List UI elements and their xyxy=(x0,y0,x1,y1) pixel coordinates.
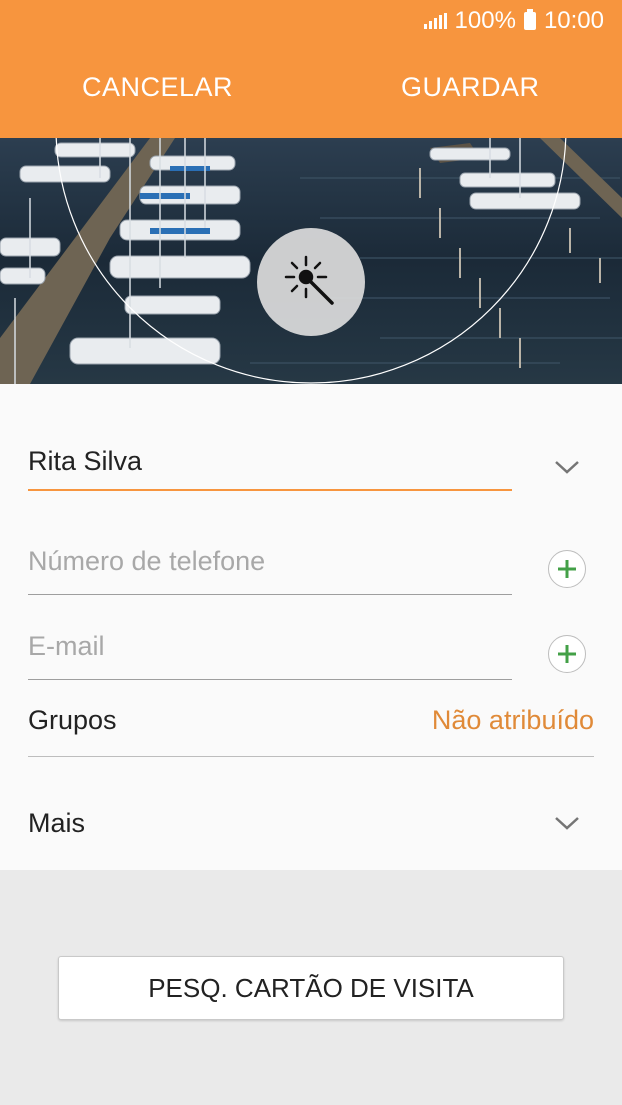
phone-input[interactable]: Número de telefone xyxy=(28,546,265,577)
name-field[interactable]: Rita Silva xyxy=(28,446,142,477)
contact-form: Rita Silva Número de telefone E-mail Gru… xyxy=(0,384,622,870)
status-bar: 100% 10:00 xyxy=(423,6,604,36)
more-expand-chevron-icon[interactable] xyxy=(553,814,581,832)
plus-icon xyxy=(558,645,576,663)
name-expand-chevron-icon[interactable] xyxy=(553,458,581,476)
battery-icon xyxy=(523,9,536,30)
save-button[interactable]: GUARDAR xyxy=(401,72,540,103)
groups-label[interactable]: Grupos xyxy=(28,705,117,736)
email-underline xyxy=(28,679,512,680)
more-label[interactable]: Mais xyxy=(28,808,85,839)
photo-effect-button[interactable] xyxy=(257,228,365,336)
app-header: 100% 10:00 CANCELAR GUARDAR xyxy=(0,0,622,138)
scan-business-card-button[interactable]: PESQ. CARTÃO DE VISITA xyxy=(58,956,564,1020)
email-input[interactable]: E-mail xyxy=(28,631,105,662)
plus-icon xyxy=(558,560,576,578)
groups-divider xyxy=(28,756,594,757)
add-phone-button[interactable] xyxy=(548,550,586,588)
magic-wand-icon xyxy=(284,255,334,305)
groups-value[interactable]: Não atribuído xyxy=(432,705,594,736)
add-email-button[interactable] xyxy=(548,635,586,673)
signal-icon xyxy=(423,13,447,29)
cancel-button[interactable]: CANCELAR xyxy=(82,72,233,103)
name-underline xyxy=(28,489,512,491)
phone-underline xyxy=(28,594,512,595)
battery-level: 100% xyxy=(454,7,516,34)
clock: 10:00 xyxy=(543,7,604,34)
